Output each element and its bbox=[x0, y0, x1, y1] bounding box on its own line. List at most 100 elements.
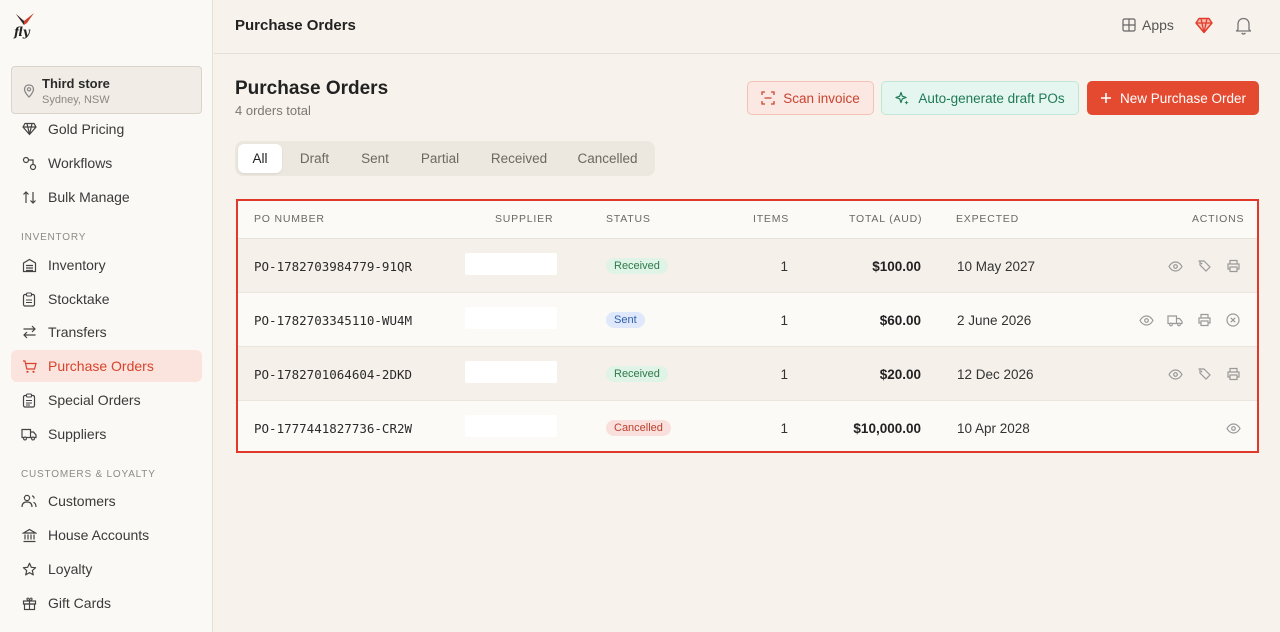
auto-generate-label: Auto-generate draft POs bbox=[918, 90, 1065, 106]
sidebar-item-label: Special Orders bbox=[48, 392, 141, 408]
expected-date: 10 May 2027 bbox=[957, 258, 1036, 274]
row-actions bbox=[1138, 293, 1241, 347]
sidebar-item-label: Suppliers bbox=[48, 426, 107, 442]
status-badge: Cancelled bbox=[606, 420, 671, 436]
column-header-status[interactable]: STATUS bbox=[606, 213, 651, 225]
status-cell: Received bbox=[606, 239, 668, 293]
po-number[interactable]: PO-1782703984779-91QR bbox=[254, 239, 412, 293]
tag-icon[interactable] bbox=[1196, 366, 1212, 382]
location-pin-icon bbox=[23, 84, 35, 103]
view-eye-icon[interactable] bbox=[1167, 258, 1183, 274]
users-icon bbox=[21, 493, 37, 509]
tab-cancelled[interactable]: Cancelled bbox=[567, 144, 648, 173]
store-selector[interactable]: Third store Sydney, NSW bbox=[11, 66, 202, 114]
orders-count: 4 orders total bbox=[235, 103, 311, 118]
status-cell: Cancelled bbox=[606, 401, 671, 455]
status-cell: Sent bbox=[606, 293, 645, 347]
table-row[interactable]: PO-1782703345110-WU4M Sent 1 $60.00 2 Ju… bbox=[238, 293, 1257, 347]
sidebar-item-label: Gift Cards bbox=[48, 595, 112, 611]
sidebar-item-bulk-manage[interactable]: Bulk Manage bbox=[11, 181, 202, 213]
column-header-items[interactable]: ITEMS bbox=[753, 213, 789, 225]
sidebar-item-loyalty[interactable]: Loyalty bbox=[11, 553, 202, 585]
column-header-total[interactable]: TOTAL (AUD) bbox=[849, 213, 922, 225]
scan-icon bbox=[761, 91, 775, 105]
store-name: Third store bbox=[42, 76, 110, 91]
tab-sent[interactable]: Sent bbox=[349, 144, 401, 173]
view-eye-icon[interactable] bbox=[1225, 420, 1241, 436]
expected-date: 2 June 2026 bbox=[957, 312, 1032, 328]
workflow-icon bbox=[21, 155, 37, 171]
tab-draft[interactable]: Draft bbox=[287, 144, 342, 173]
sidebar-item-inventory[interactable]: Inventory bbox=[11, 249, 202, 281]
print-icon[interactable] bbox=[1196, 312, 1212, 328]
view-eye-icon[interactable] bbox=[1167, 366, 1183, 382]
cancel-circle-icon[interactable] bbox=[1225, 312, 1241, 328]
sidebar-item-label: Stocktake bbox=[48, 291, 110, 307]
sidebar-item-suppliers[interactable]: Suppliers bbox=[11, 418, 202, 450]
status-filter-tabs: All Draft Sent Partial Received Cancelle… bbox=[235, 141, 655, 176]
tag-icon[interactable] bbox=[1196, 258, 1212, 274]
supplier-cell bbox=[465, 361, 557, 383]
sidebar-item-label: Bulk Manage bbox=[48, 189, 130, 205]
bell-icon[interactable] bbox=[1235, 16, 1252, 40]
row-actions bbox=[1167, 347, 1241, 401]
status-badge: Received bbox=[606, 258, 668, 274]
sidebar-item-workflows[interactable]: Workflows bbox=[11, 147, 202, 179]
order-total: $100.00 bbox=[872, 258, 921, 274]
tab-partial[interactable]: Partial bbox=[408, 144, 472, 173]
items-count: 1 bbox=[780, 420, 788, 436]
print-icon[interactable] bbox=[1225, 258, 1241, 274]
tab-received[interactable]: Received bbox=[479, 144, 559, 173]
fly-logo[interactable]: fly bbox=[14, 12, 36, 40]
table-row[interactable]: PO-1782701064604-2DKD Received 1 $20.00 … bbox=[238, 347, 1257, 401]
apps-button[interactable]: Apps bbox=[1122, 17, 1174, 33]
sidebar: fly Third store Sydney, NSW Gold Pricing… bbox=[0, 0, 213, 632]
sidebar-item-gold-pricing[interactable]: Gold Pricing bbox=[11, 113, 202, 145]
logo-text: fly bbox=[14, 25, 30, 39]
po-number[interactable]: PO-1782703345110-WU4M bbox=[254, 293, 412, 347]
truck-icon[interactable] bbox=[1167, 312, 1183, 328]
truck-icon bbox=[21, 426, 37, 442]
sidebar-item-label: House Accounts bbox=[48, 527, 150, 543]
sidebar-item-house-accounts[interactable]: House Accounts bbox=[11, 519, 202, 551]
auto-generate-button[interactable]: Auto-generate draft POs bbox=[881, 81, 1079, 115]
topbar: Purchase Orders Apps bbox=[214, 0, 1280, 54]
expected-date: 12 Dec 2026 bbox=[957, 366, 1034, 382]
tab-all[interactable]: All bbox=[238, 144, 282, 173]
new-purchase-order-button[interactable]: New Purchase Order bbox=[1087, 81, 1259, 115]
table-row[interactable]: PO-1782703984779-91QR Received 1 $100.00… bbox=[238, 239, 1257, 293]
sidebar-item-stocktake[interactable]: Stocktake bbox=[11, 283, 202, 315]
apps-label: Apps bbox=[1142, 17, 1174, 33]
print-icon[interactable] bbox=[1225, 366, 1241, 382]
star-icon bbox=[21, 561, 37, 577]
sparkle-icon bbox=[895, 91, 910, 106]
column-header-expected[interactable]: EXPECTED bbox=[956, 213, 1019, 225]
po-number[interactable]: PO-1777441827736-CR2W bbox=[254, 401, 412, 455]
gem-icon[interactable] bbox=[1195, 17, 1213, 39]
gift-icon bbox=[21, 595, 37, 611]
sidebar-item-label: Purchase Orders bbox=[48, 358, 154, 374]
sidebar-item-transfers[interactable]: Transfers bbox=[11, 316, 202, 348]
supplier-cell bbox=[465, 307, 557, 329]
sidebar-item-customers[interactable]: Customers bbox=[11, 485, 202, 517]
gem-icon bbox=[21, 121, 37, 137]
sidebar-item-purchase-orders[interactable]: Purchase Orders bbox=[11, 350, 202, 382]
po-number[interactable]: PO-1782701064604-2DKD bbox=[254, 347, 412, 401]
order-total: $20.00 bbox=[879, 366, 921, 382]
topbar-title: Purchase Orders bbox=[235, 17, 356, 34]
items-count: 1 bbox=[780, 312, 788, 328]
sidebar-item-special-orders[interactable]: Special Orders bbox=[11, 384, 202, 416]
table-row[interactable]: PO-1777441827736-CR2W Cancelled 1 $10,00… bbox=[238, 401, 1257, 455]
status-cell: Received bbox=[606, 347, 668, 401]
column-header-supplier[interactable]: SUPPLIER bbox=[495, 213, 553, 225]
column-header-po-number[interactable]: PO NUMBER bbox=[254, 213, 325, 225]
clipboard-list-icon bbox=[21, 392, 37, 408]
view-eye-icon[interactable] bbox=[1138, 312, 1154, 328]
sidebar-item-label: Workflows bbox=[48, 155, 113, 171]
order-total: $60.00 bbox=[879, 312, 921, 328]
status-badge: Received bbox=[606, 366, 668, 382]
purchase-orders-table: PO NUMBER SUPPLIER STATUS ITEMS TOTAL (A… bbox=[236, 199, 1259, 453]
bird-logo-icon bbox=[16, 13, 34, 25]
sidebar-item-gift-cards[interactable]: Gift Cards bbox=[11, 587, 202, 619]
scan-invoice-button[interactable]: Scan invoice bbox=[747, 81, 874, 115]
